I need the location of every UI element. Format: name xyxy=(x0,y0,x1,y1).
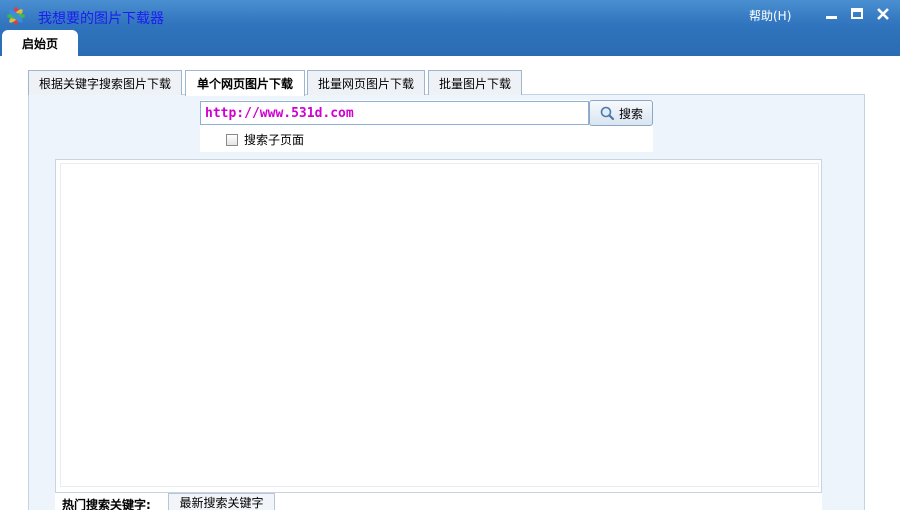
subpage-option[interactable]: 搜索子页面 xyxy=(226,131,304,148)
search-button-label: 搜索 xyxy=(618,106,643,121)
subpage-checkbox-label: 搜索子页面 xyxy=(244,133,305,147)
tab-latest-keywords[interactable]: 最新搜索关键字 xyxy=(168,493,275,510)
app-title: 我想要的图片下载器 xyxy=(38,11,164,27)
tab-keyword-search[interactable]: 根据关键字搜索图片下载 xyxy=(28,70,182,95)
subpage-checkbox[interactable] xyxy=(226,133,238,146)
tab-batch-images[interactable]: 批量图片下载 xyxy=(428,70,522,95)
tab-start-page[interactable]: 启始页 xyxy=(2,30,78,56)
close-icon[interactable] xyxy=(874,5,892,23)
minimize-icon[interactable] xyxy=(822,5,840,23)
title-bar[interactable]: 我想要的图片下载器 帮助(H) 启始页 xyxy=(0,0,900,56)
tab-batch-pages[interactable]: 批量网页图片下载 xyxy=(307,70,425,95)
tab-single-page[interactable]: 单个网页图片下载 xyxy=(185,70,305,96)
pinwheel-logo-icon xyxy=(7,7,25,25)
search-button[interactable]: 搜索 xyxy=(589,100,653,126)
url-input[interactable] xyxy=(200,101,589,125)
help-menu[interactable]: 帮助(H) xyxy=(749,7,791,24)
results-list[interactable] xyxy=(60,163,819,487)
magnifier-icon xyxy=(600,106,615,121)
hot-keywords-label: 热门搜索关键字: xyxy=(62,498,151,510)
maximize-icon[interactable] xyxy=(848,5,866,23)
